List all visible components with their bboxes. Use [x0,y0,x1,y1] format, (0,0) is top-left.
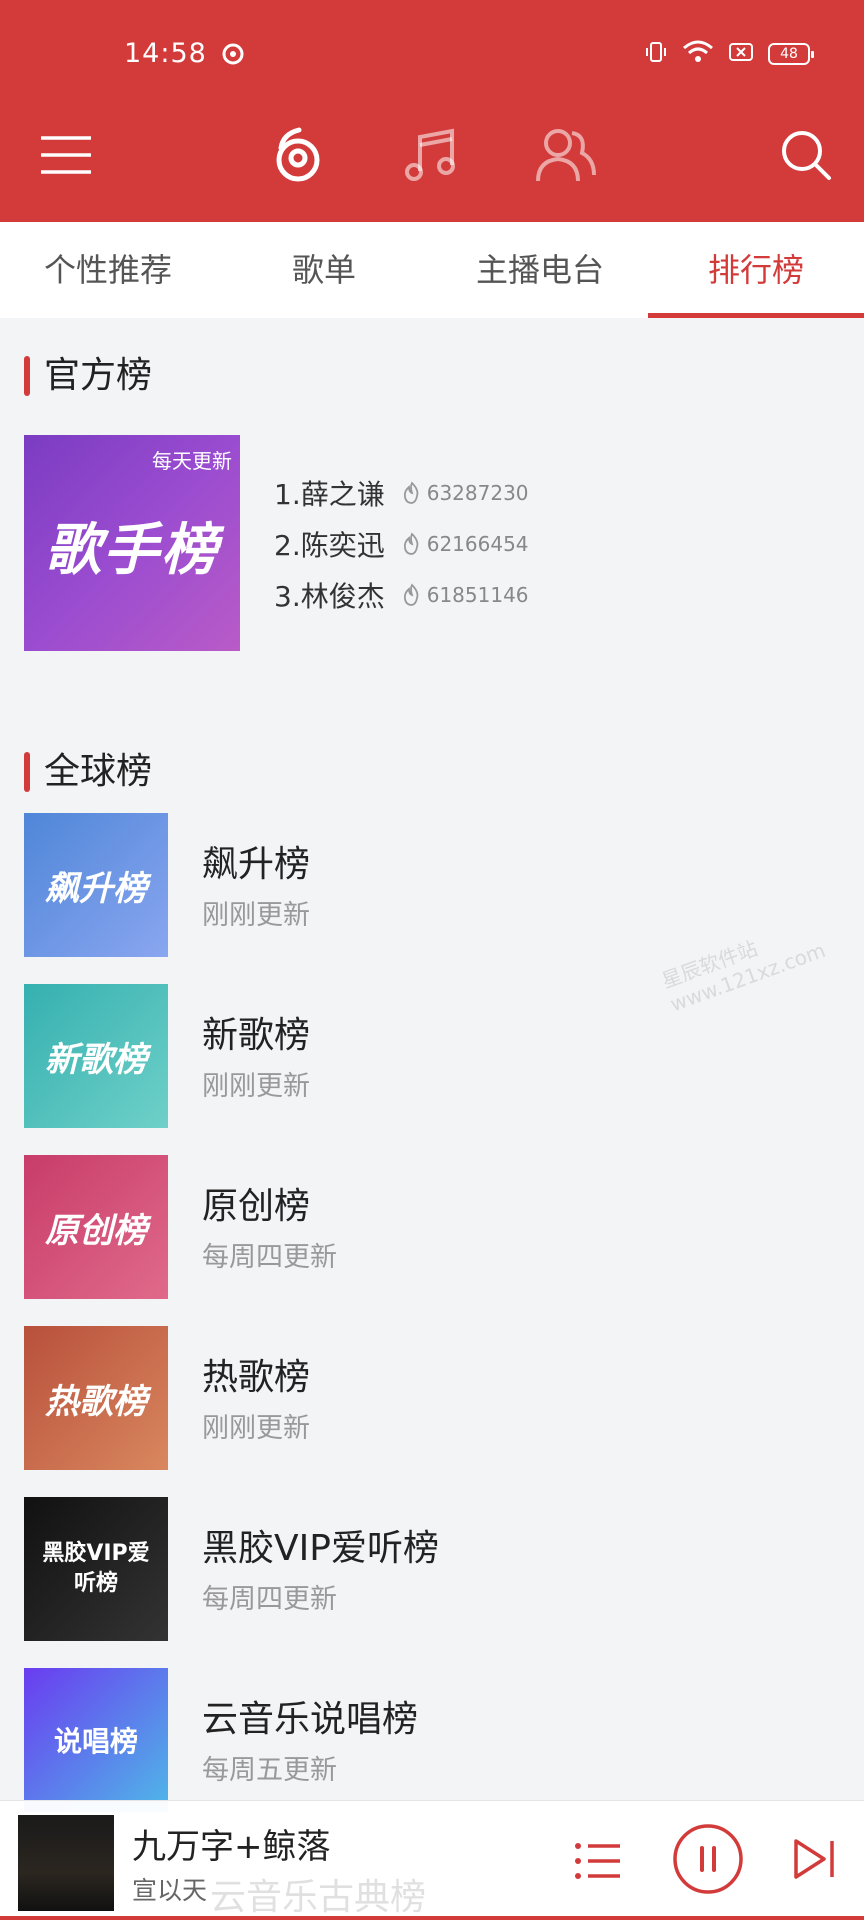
battery-indicator: 48 [768,43,814,65]
menu-button[interactable] [16,100,116,210]
chart-item-original[interactable]: 原创榜 原创榜 每周四更新 [24,1155,840,1299]
singer-chart-cover[interactable]: 每天更新 歌手榜 [24,435,240,651]
chart-cover: 飙升榜 [24,813,168,957]
cover-update-badge: 每天更新 [152,449,232,473]
tab-recommend[interactable]: 个性推荐 [0,222,216,318]
netease-status-icon [220,40,246,70]
status-icons: 48 [644,40,814,68]
player-song-title: 九万字+鲸落 [132,1827,331,1867]
chart-name: 热歌榜 [202,1357,311,1398]
chart-name: 飙升榜 [202,844,311,885]
chart-cover: 新歌榜 [24,984,168,1128]
pause-icon [673,1824,743,1894]
chart-update: 刚刚更新 [202,900,310,931]
chart-update: 每周四更新 [202,1242,337,1273]
hot-value: 63287230 [426,480,529,505]
chart-cover: 黑胶VIP爱听榜 [24,1497,168,1641]
rank-item[interactable]: 2.陈奕迅 62166454 [274,518,529,569]
rank-name: 2.陈奕迅 [274,528,385,562]
flame-icon [403,480,419,504]
wifi-icon [682,40,714,68]
tab-playlists[interactable]: 歌单 [216,222,432,318]
next-button[interactable] [786,1831,842,1887]
flame-icon [403,531,419,555]
chart-cover: 原创榜 [24,1155,168,1299]
tab-radio[interactable]: 主播电台 [432,222,648,318]
hot-count: 63287230 [401,481,529,505]
chart-name: 云音乐说唱榜 [202,1699,419,1740]
vibrate-icon [644,40,668,68]
chart-update: 刚刚更新 [202,1071,310,1102]
chart-name: 黑胶VIP爱听榜 [202,1528,439,1569]
chart-item-rap[interactable]: 说唱榜 云音乐说唱榜 每周五更新 [24,1668,840,1812]
tab-charts[interactable]: 排行榜 [648,222,864,318]
nav-friends-button[interactable] [516,100,616,210]
nav-discover-button[interactable] [248,100,348,210]
search-icon [782,131,831,180]
rank-item[interactable]: 1.薛之谦 63287230 [274,467,529,518]
rank-name: 3.林俊杰 [274,579,385,613]
global-section-title: 全球榜 [24,750,152,794]
chart-update: 每周五更新 [202,1755,337,1786]
music-note-icon [405,128,455,181]
nav-music-button[interactable] [382,100,482,210]
hamburger-icon [41,136,91,174]
hot-count: 62166454 [401,532,529,556]
hot-value: 61851146 [426,582,529,607]
chart-item-hot[interactable]: 热歌榜 热歌榜 刚刚更新 [24,1326,840,1470]
playlist-icon [575,1843,620,1879]
sim-icon [728,41,754,67]
search-button[interactable] [756,100,856,210]
chart-update: 每周四更新 [202,1584,337,1615]
ghost-chart-name: 云音乐古典榜 [210,1877,427,1918]
friends-icon [536,129,596,182]
chart-item-soaring[interactable]: 飙升榜 飙升榜 刚刚更新 [24,813,840,957]
chart-name: 新歌榜 [202,1015,311,1056]
mini-player[interactable]: 九万字+鲸落 宣以天 [0,1800,864,1920]
status-time: 14:58 [124,38,207,69]
official-section-title: 官方榜 [24,354,152,398]
category-tabs: 个性推荐 歌单 主播电台 排行榜 [0,222,864,318]
top-bar: 14:58 48 [0,0,864,222]
hot-count: 61851146 [401,583,529,607]
next-icon [794,1839,834,1879]
nav-row [0,100,864,210]
netease-logo-icon [276,127,320,182]
rank-name: 1.薛之谦 [274,477,385,511]
pause-button[interactable] [670,1821,746,1897]
official-rank-list: 1.薛之谦 63287230 2.陈奕迅 62166454 3.林俊杰 6185… [274,467,529,620]
rank-item[interactable]: 3.林俊杰 61851146 [274,569,529,620]
chart-update: 刚刚更新 [202,1413,310,1444]
chart-item-new[interactable]: 新歌榜 新歌榜 刚刚更新 [24,984,840,1128]
hot-value: 62166454 [426,531,529,556]
playlist-button[interactable] [566,1829,630,1893]
chart-cover: 热歌榜 [24,1326,168,1470]
flame-icon [403,582,419,606]
player-album-art[interactable] [18,1815,114,1911]
player-progress-bar [0,1916,864,1920]
chart-cover: 说唱榜 [24,1668,168,1812]
chart-item-vinyl-vip[interactable]: 黑胶VIP爱听榜 黑胶VIP爱听榜 每周四更新 [24,1497,840,1641]
cover-title: 歌手榜 [45,518,219,583]
player-artist: 宣以天 [132,1876,208,1905]
chart-name: 原创榜 [202,1186,311,1227]
